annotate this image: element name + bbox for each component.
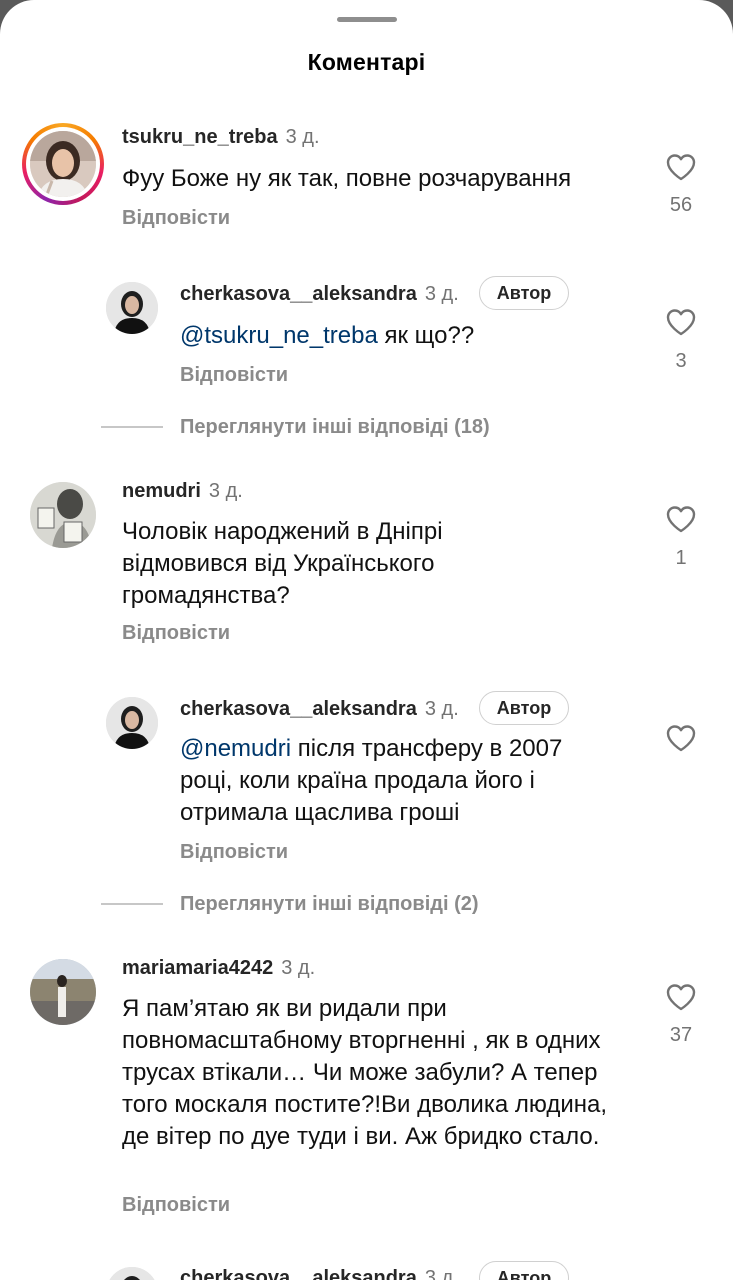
reply-button[interactable]: Відповісти (122, 622, 230, 645)
mention-link[interactable]: @tsukru_ne_treba (180, 322, 378, 349)
avatar[interactable] (30, 131, 96, 197)
like-count: 1 (675, 547, 687, 569)
author-badge: Автор (479, 1261, 569, 1280)
reply-username[interactable]: cherkasova__aleksandra (180, 698, 417, 720)
heart-icon[interactable] (665, 982, 697, 1012)
avatar[interactable] (106, 282, 158, 334)
sheet-title: Коментарі (307, 49, 426, 75)
comment-username[interactable]: tsukru_ne_treba (122, 126, 278, 148)
view-more-replies-button[interactable]: Переглянути інші відповіді (2) (180, 893, 479, 916)
drag-handle[interactable] (337, 17, 397, 22)
reply-time: 3 д. (424, 1267, 459, 1280)
reply-button[interactable]: Відповісти (122, 1194, 230, 1217)
like-count: 37 (669, 1024, 693, 1046)
divider-line (101, 903, 163, 905)
comment-text: Я пам’ятаю як ви ридали при повномасштаб… (122, 995, 608, 1150)
comment-username[interactable]: mariamaria4242 (122, 957, 273, 979)
heart-icon[interactable] (665, 152, 697, 182)
heart-icon[interactable] (665, 504, 697, 534)
reply-username[interactable]: cherkasova__aleksandra (180, 283, 417, 305)
avatar[interactable] (106, 697, 158, 749)
avatar[interactable] (106, 1267, 158, 1280)
reply-text: як що?? (377, 322, 475, 349)
avatar[interactable] (30, 482, 96, 548)
reply-button[interactable]: Відповісти (180, 841, 288, 864)
author-badge: Автор (479, 691, 569, 725)
divider-line (101, 426, 163, 428)
comment-text: Фуу Боже ну як так, повне розчарування (122, 165, 572, 192)
comment-time: 3 д. (208, 480, 243, 502)
reply-button[interactable]: Відповісти (122, 207, 230, 230)
comment-time: 3 д. (281, 957, 316, 979)
heart-icon[interactable] (665, 723, 697, 753)
comment-username[interactable]: nemudri (122, 480, 201, 502)
comment-time: 3 д. (285, 126, 320, 148)
author-badge: Автор (479, 276, 569, 310)
heart-icon[interactable] (665, 307, 697, 337)
reply-time: 3 д. (424, 698, 459, 720)
mention-link[interactable]: @nemudri (180, 735, 291, 762)
reply-button[interactable]: Відповісти (180, 364, 288, 387)
avatar[interactable] (30, 959, 96, 1025)
view-more-replies-button[interactable]: Переглянути інші відповіді (18) (180, 416, 490, 439)
like-count: 56 (669, 194, 693, 216)
reply-username[interactable]: cherkasova__aleksandra (180, 1267, 417, 1280)
reply-time: 3 д. (424, 283, 459, 305)
comments-sheet: Коментарі tsukru_ne_treba 3 д. Фуу Боже н… (0, 0, 733, 1280)
like-count: 3 (675, 350, 687, 372)
comment-text: Чоловік народжений в Дніпрі відмовився в… (122, 518, 443, 609)
